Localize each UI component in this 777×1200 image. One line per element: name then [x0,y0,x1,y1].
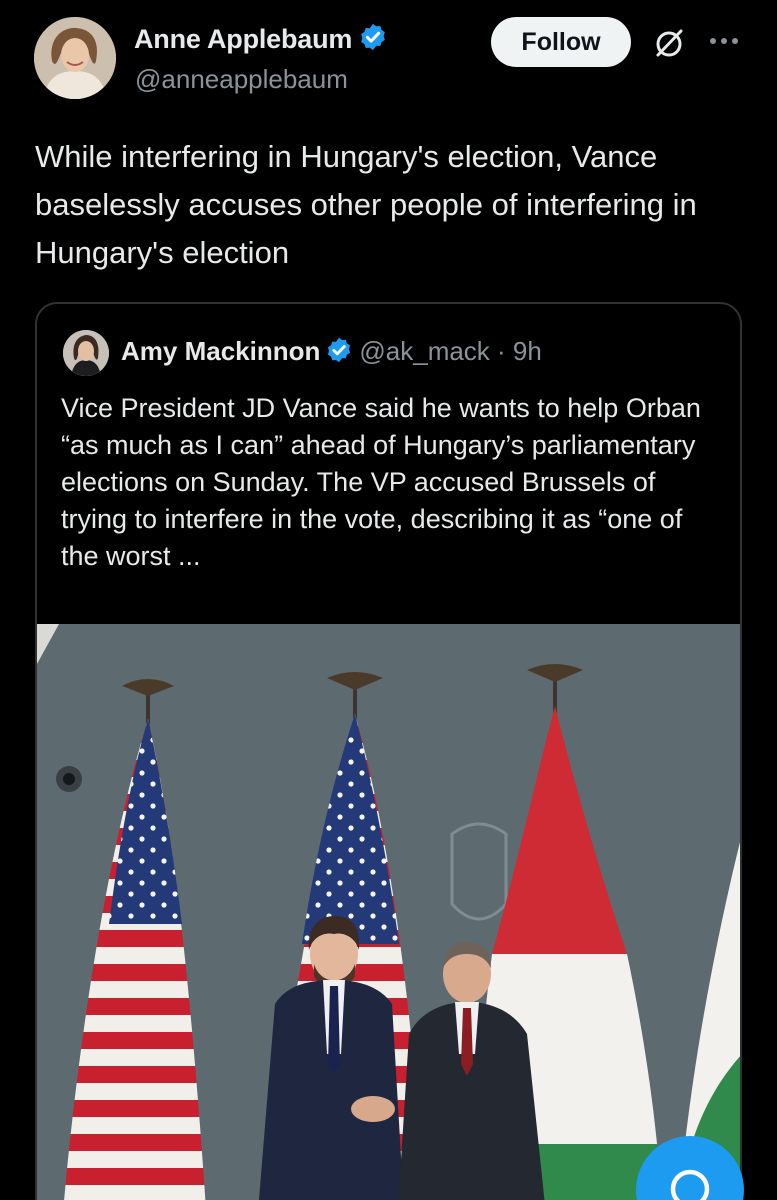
quoted-tweet[interactable]: Amy Mackinnon @ak_mack · 9h Vice Presiden… [35,302,742,1200]
grok-icon[interactable] [651,25,687,61]
author-handle[interactable]: @anneapplebaum [135,64,348,95]
tweet-text: While interfering in Hungary's election,… [35,139,697,270]
compose-post-icon [670,1169,710,1200]
more-icon[interactable] [708,34,740,48]
quoted-author-name[interactable]: Amy Mackinnon [121,336,320,366]
flags-handshake-photo[interactable] [37,624,740,1200]
quoted-text: Vice President JD Vance said he wants to… [61,393,701,571]
quoted-author-handle[interactable]: @ak_mack [359,336,489,366]
author-name[interactable]: Anne Applebaum [134,22,388,55]
follow-button[interactable]: Follow [491,17,631,67]
author-avatar[interactable] [34,17,116,99]
quoted-header: Amy Mackinnon @ak_mack · 9h [121,336,542,367]
quoted-author-avatar[interactable] [63,330,109,376]
quoted-time: · 9h [497,336,542,366]
verified-badge-icon [361,23,386,51]
verified-badge-icon [328,337,351,363]
